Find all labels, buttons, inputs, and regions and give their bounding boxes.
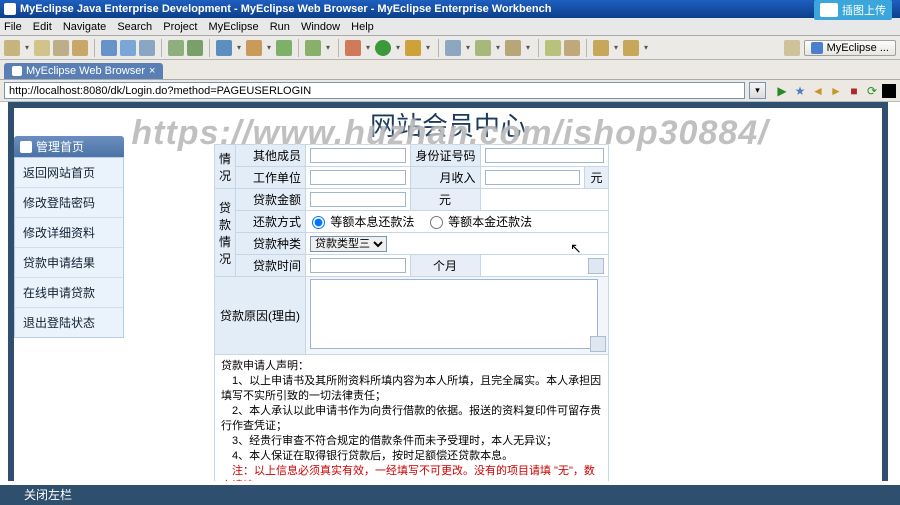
resize-handle <box>590 336 606 352</box>
globe-icon <box>12 66 22 76</box>
gear-icon <box>20 141 32 153</box>
scroll-indicator <box>588 258 604 274</box>
sidebar-item-password[interactable]: 修改登陆密码 <box>15 188 123 218</box>
tool-icon[interactable] <box>276 40 292 56</box>
other-member-input[interactable] <box>310 148 405 163</box>
run-icon[interactable] <box>375 40 391 56</box>
menu-bar: File Edit Navigate Search Project MyEcli… <box>0 18 900 36</box>
sidebar-item-home[interactable]: 返回网站首页 <box>15 158 123 188</box>
perspective-open-icon[interactable] <box>784 40 800 56</box>
sidebar-item-apply[interactable]: 在线申请贷款 <box>15 278 123 308</box>
tool-icon[interactable] <box>505 40 521 56</box>
nav-fwd-icon[interactable] <box>623 40 639 56</box>
print-icon[interactable] <box>72 40 88 56</box>
save-all-icon[interactable] <box>53 40 69 56</box>
footer-collapse-button[interactable]: 关闭左栏 <box>0 485 900 505</box>
menu-search[interactable]: Search <box>117 21 152 33</box>
sidebar-item-result[interactable]: 贷款申请结果 <box>15 248 123 278</box>
window-title: MyEclipse Java Enterprise Development - … <box>20 0 551 18</box>
favorite-icon[interactable]: ★ <box>792 83 808 99</box>
back-icon[interactable]: ◄ <box>810 83 826 99</box>
upload-tag[interactable]: 插图上传 <box>814 0 892 20</box>
dropdown-icon[interactable]: ▾ <box>23 40 31 56</box>
repay-opt1-label: 等额本息还款法 <box>330 215 414 229</box>
tab-label: MyEclipse Web Browser <box>26 65 145 77</box>
label-repay-method: 还款方式 <box>236 211 306 233</box>
nav-back-icon[interactable] <box>593 40 609 56</box>
menu-window[interactable]: Window <box>301 21 340 33</box>
editor-tab-row: MyEclipse Web Browser × <box>0 60 900 80</box>
label-loan-time: 贷款时间 <box>236 255 306 277</box>
unit-yuan: 元 <box>410 189 480 211</box>
menu-navigate[interactable]: Navigate <box>63 21 106 33</box>
sidebar-item-logout[interactable]: 退出登陆状态 <box>15 308 123 337</box>
close-icon[interactable]: × <box>149 65 155 77</box>
loan-amount-input[interactable] <box>310 192 405 207</box>
stop-icon[interactable]: ■ <box>846 83 862 99</box>
server-icon[interactable] <box>216 40 232 56</box>
menu-project[interactable]: Project <box>163 21 197 33</box>
label-id-number: 身份证号码 <box>410 145 480 167</box>
unit-month: 个月 <box>410 255 480 277</box>
tool-icon[interactable] <box>564 40 580 56</box>
loan-type-select[interactable]: 贷款类型三 <box>310 236 387 252</box>
debug-icon[interactable] <box>345 40 361 56</box>
loan-form: 情况 其他成员 身份证号码 工作单位 月收入 元 贷款情况 贷款金额 <box>214 144 609 481</box>
window-titlebar: MyEclipse Java Enterprise Development - … <box>0 0 900 18</box>
refresh-icon[interactable]: ⟳ <box>864 83 880 99</box>
group-personal-label: 情况 <box>215 145 236 189</box>
tool-icon[interactable] <box>445 40 461 56</box>
page-title: 网站会员中心 <box>14 108 882 146</box>
sidebar-header: 管理首页 <box>14 136 124 157</box>
monthly-income-input[interactable] <box>485 170 581 185</box>
declaration-block: 贷款申请人声明： 1、以上申请书及其所附资料所填内容为本人所填，且完全属实。本人… <box>214 355 609 481</box>
label-loan-type: 贷款种类 <box>236 233 306 255</box>
menu-myeclipse[interactable]: MyEclipse <box>209 21 259 33</box>
group-loan-label: 贷款情况 <box>215 189 236 277</box>
forward-icon[interactable]: ► <box>828 83 844 99</box>
address-bar: ▾ ▶ ★ ◄ ► ■ ⟳ <box>0 80 900 102</box>
go-icon[interactable]: ▶ <box>774 83 790 99</box>
id-number-input[interactable] <box>485 148 605 163</box>
tool-icon[interactable] <box>246 40 262 56</box>
work-unit-input[interactable] <box>310 170 405 185</box>
label-work-unit: 工作单位 <box>236 167 306 189</box>
tool-icon[interactable] <box>101 40 117 56</box>
tool-icon[interactable] <box>545 40 561 56</box>
tool-icon[interactable] <box>120 40 136 56</box>
menu-help[interactable]: Help <box>351 21 374 33</box>
repay-opt2-label: 等额本金还款法 <box>448 215 532 229</box>
repay-radio-1[interactable] <box>312 216 325 229</box>
tool-icon[interactable] <box>305 40 321 56</box>
sidebar: 管理首页 返回网站首页 修改登陆密码 修改详细资料 贷款申请结果 在线申请贷款 … <box>14 136 124 338</box>
reason-textarea[interactable] <box>310 279 598 349</box>
main-toolbar: ▾ ▾ ▾ ▾ ▾ ▾ ▾ ▾ ▾ ▾ ▾ ▾ MyEclipse ... <box>0 36 900 60</box>
save-icon[interactable] <box>34 40 50 56</box>
label-reason: 贷款原因(理由) <box>215 277 306 355</box>
new-icon[interactable] <box>4 40 20 56</box>
sidebar-item-profile[interactable]: 修改详细资料 <box>15 218 123 248</box>
repay-radio-2[interactable] <box>430 216 443 229</box>
tool-icon[interactable] <box>139 40 155 56</box>
tool-icon[interactable] <box>168 40 184 56</box>
tool-icon[interactable] <box>187 40 203 56</box>
url-input[interactable] <box>4 82 745 99</box>
browser-viewport: 网站会员中心 管理首页 返回网站首页 修改登陆密码 修改详细资料 贷款申请结果 … <box>8 102 888 481</box>
loan-time-input[interactable] <box>310 258 405 273</box>
unit-yuan: 元 <box>585 167 609 189</box>
menu-file[interactable]: File <box>4 21 22 33</box>
menu-edit[interactable]: Edit <box>33 21 52 33</box>
tab-browser[interactable]: MyEclipse Web Browser × <box>4 63 163 79</box>
label-monthly-income: 月收入 <box>410 167 480 189</box>
perspective-button[interactable]: MyEclipse ... <box>804 40 896 56</box>
url-dropdown-button[interactable]: ▾ <box>749 82 766 99</box>
tool-icon[interactable] <box>882 84 896 98</box>
label-other-member: 其他成员 <box>236 145 306 167</box>
label-loan-amount: 贷款金额 <box>236 189 306 211</box>
menu-run[interactable]: Run <box>270 21 290 33</box>
tool-icon[interactable] <box>405 40 421 56</box>
tool-icon[interactable] <box>475 40 491 56</box>
